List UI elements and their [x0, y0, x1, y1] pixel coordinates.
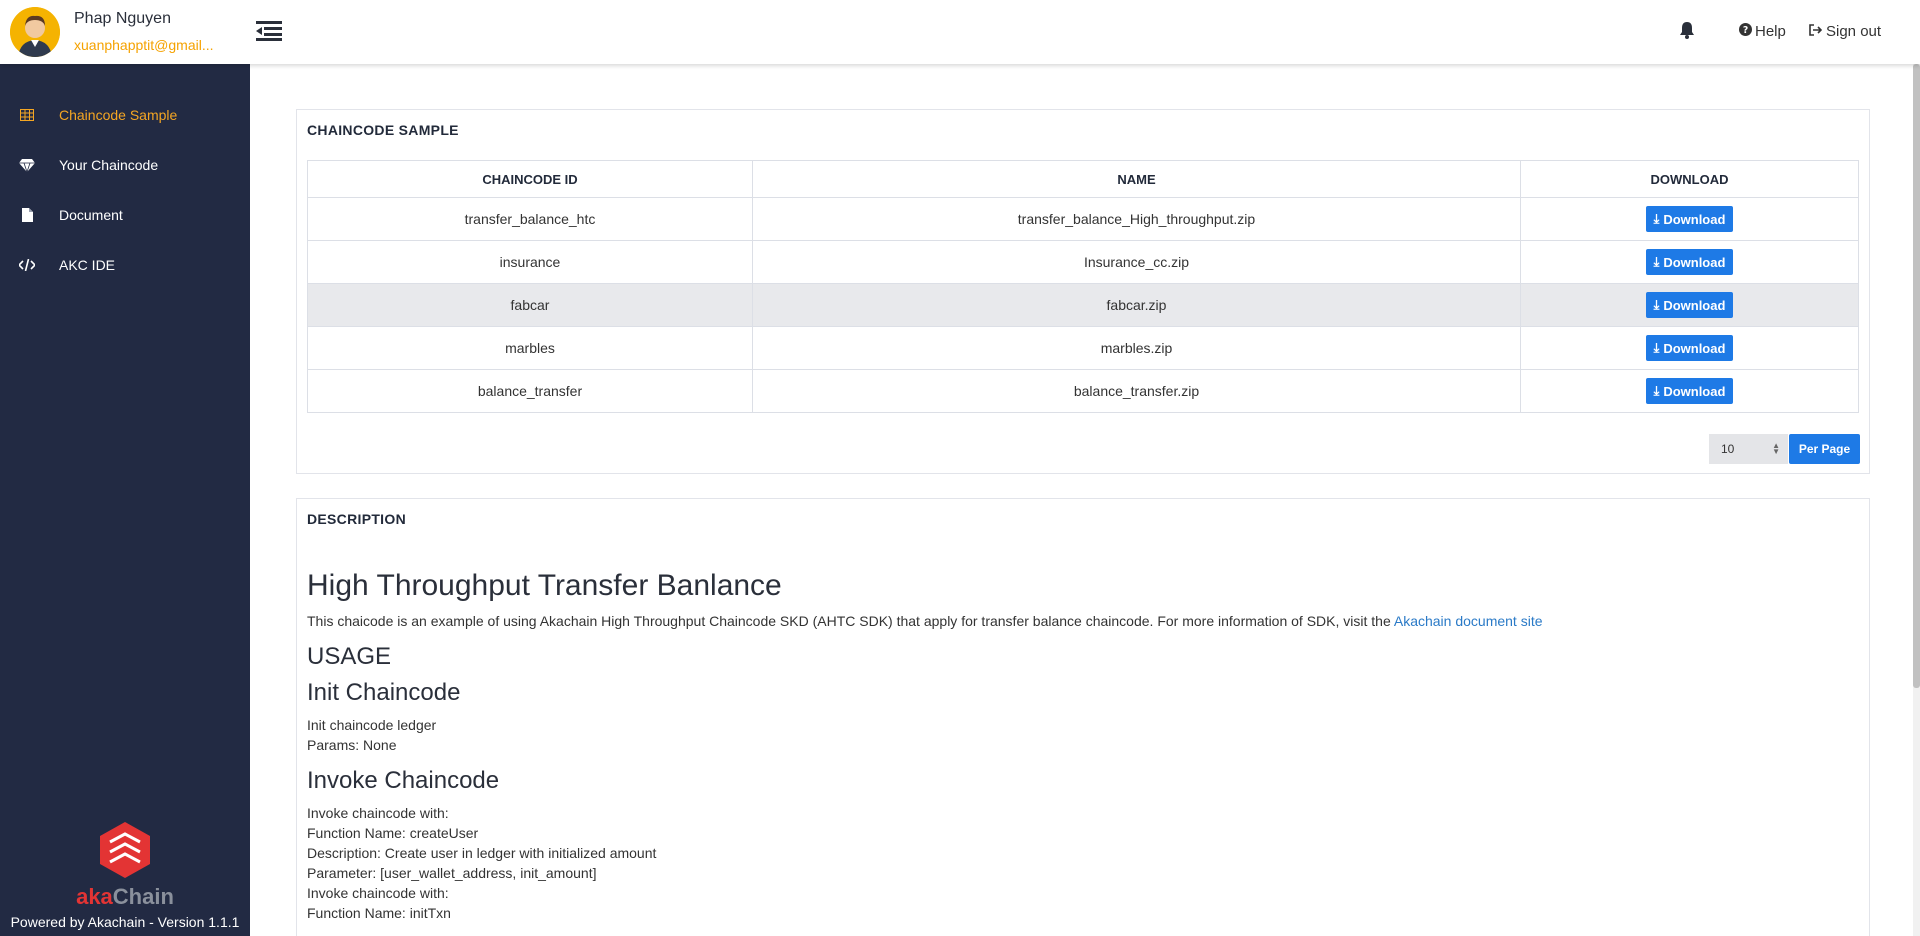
per-page-select[interactable]: 10 ▲ ▼ — [1709, 434, 1788, 464]
file-icon — [19, 207, 35, 223]
chaincode-table: CHAINCODE ID NAME DOWNLOAD transfer_bala… — [307, 160, 1859, 413]
download-icon: ⤓ — [1653, 211, 1660, 226]
cell-name: transfer_balance_High_throughput.zip — [752, 197, 1521, 241]
download-label: Download — [1663, 254, 1726, 270]
cell-name: marbles.zip — [752, 326, 1521, 370]
download-label: Download — [1663, 297, 1726, 313]
cell-chaincode-id: balance_transfer — [307, 369, 753, 413]
per-page-value: 10 — [1721, 442, 1735, 456]
init-chaincode-heading: Init Chaincode — [307, 679, 461, 706]
svg-text:?: ? — [1743, 25, 1748, 36]
diamond-icon — [19, 157, 35, 173]
usage-heading: USAGE — [307, 643, 392, 670]
cell-download: ⤓ Download — [1520, 369, 1859, 413]
main-content: CHAINCODE SAMPLE CHAINCODE ID NAME DOWNL… — [250, 64, 1915, 936]
column-header-download: DOWNLOAD — [1520, 160, 1859, 198]
download-icon: ⤓ — [1653, 254, 1660, 269]
description-intro: This chaicode is an example of using Aka… — [307, 611, 1857, 631]
user-name: Phap Nguyen — [74, 10, 171, 27]
sidebar-item-akc-ide[interactable]: AKC IDE — [0, 245, 250, 285]
invoke-line: Function Name: initTxn — [307, 905, 451, 921]
logo-chain-text: Chain — [112, 884, 174, 909]
cell-download: ⤓ Download — [1520, 326, 1859, 370]
download-label: Download — [1663, 211, 1726, 227]
sign-out-link[interactable]: Sign out — [1809, 23, 1881, 40]
table-header-row: CHAINCODE ID NAME DOWNLOAD — [307, 160, 1859, 198]
panel-title: DESCRIPTION — [307, 511, 406, 527]
sidebar-item-label: Chaincode Sample — [59, 107, 178, 123]
cell-download: ⤓ Download — [1520, 240, 1859, 284]
description-content: High Throughput Transfer Banlance This c… — [307, 569, 1857, 923]
invoke-line: Parameter: [user_wallet_address, init_am… — [307, 865, 597, 881]
table-row: transfer_balance_htc transfer_balance_Hi… — [307, 197, 1859, 241]
cell-chaincode-id: insurance — [307, 240, 753, 284]
sidebar-item-document[interactable]: Document — [0, 195, 250, 235]
menu-toggle-icon[interactable] — [256, 20, 282, 42]
table-row: fabcar fabcar.zip ⤓ Download — [307, 283, 1859, 327]
sidebar-item-label: Document — [59, 207, 123, 223]
code-icon — [19, 257, 35, 273]
chaincode-sample-panel: CHAINCODE SAMPLE CHAINCODE ID NAME DOWNL… — [296, 109, 1870, 474]
download-button[interactable]: ⤓ Download — [1645, 378, 1734, 404]
column-header-name: NAME — [752, 160, 1521, 198]
intro-text: This chaicode is an example of using Aka… — [307, 613, 1394, 629]
download-icon: ⤓ — [1653, 297, 1660, 312]
description-heading: High Throughput Transfer Banlance — [307, 569, 782, 602]
invoke-line: Description: Create user in ledger with … — [307, 845, 657, 861]
logo-aka-text: aka — [76, 884, 113, 909]
help-label: Help — [1755, 23, 1786, 40]
per-page-button[interactable]: Per Page — [1789, 434, 1860, 464]
download-icon: ⤓ — [1653, 383, 1660, 398]
sidebar-item-your-chaincode[interactable]: Your Chaincode — [0, 145, 250, 185]
bell-icon[interactable] — [1679, 21, 1697, 41]
invoke-line: Function Name: createUser — [307, 825, 479, 841]
download-icon: ⤓ — [1653, 340, 1660, 355]
select-arrows-icon: ▲ ▼ — [1772, 441, 1780, 456]
download-button[interactable]: ⤓ Download — [1645, 292, 1734, 318]
sign-out-label: Sign out — [1826, 23, 1882, 40]
table-row: balance_transfer balance_transfer.zip ⤓ D… — [307, 369, 1859, 413]
sidebar-item-label: AKC IDE — [59, 257, 116, 273]
powered-by-text: Powered by Akachain - Version 1.1.1 — [10, 914, 240, 930]
sidebar: Chaincode Sample Your Chaincode Document… — [0, 64, 250, 936]
invoke-line: Invoke chaincode with: — [307, 885, 449, 901]
table-row: marbles marbles.zip ⤓ Download — [307, 326, 1859, 370]
download-button[interactable]: ⤓ Download — [1645, 206, 1734, 232]
akachain-document-link[interactable]: Akachain document site — [1394, 613, 1543, 629]
download-label: Download — [1663, 383, 1726, 399]
download-button[interactable]: ⤓ Download — [1645, 335, 1734, 361]
scrollbar-thumb[interactable] — [1913, 64, 1920, 688]
sidebar-item-label: Your Chaincode — [59, 157, 159, 173]
avatar[interactable] — [10, 7, 60, 57]
page-scrollbar[interactable] — [1913, 64, 1920, 936]
table-icon — [19, 107, 35, 123]
panel-title: CHAINCODE SAMPLE — [307, 122, 459, 138]
cell-download: ⤓ Download — [1520, 197, 1859, 241]
cell-name: fabcar.zip — [752, 283, 1521, 327]
sidebar-item-chaincode-sample[interactable]: Chaincode Sample — [0, 95, 250, 135]
description-panel: DESCRIPTION High Throughput Transfer Ban… — [296, 498, 1870, 936]
table-row: insurance Insurance_cc.zip ⤓ Download — [307, 240, 1859, 284]
invoke-chaincode-heading: Invoke Chaincode — [307, 767, 500, 794]
cell-name: balance_transfer.zip — [752, 369, 1521, 413]
top-header: Phap Nguyen xuanphapptit@gmail... ? Help… — [0, 0, 1920, 64]
download-label: Download — [1663, 340, 1726, 356]
cell-name: Insurance_cc.zip — [752, 240, 1521, 284]
sign-out-icon — [1809, 23, 1823, 40]
help-link[interactable]: ? Help — [1739, 23, 1786, 40]
user-email: xuanphapptit@gmail... — [74, 37, 214, 53]
init-line: Init chaincode ledger — [307, 717, 437, 733]
question-circle-icon: ? — [1739, 23, 1752, 40]
cell-chaincode-id: transfer_balance_htc — [307, 197, 753, 241]
cell-download: ⤓ Download — [1520, 283, 1859, 327]
cell-chaincode-id: marbles — [307, 326, 753, 370]
init-line: Params: None — [307, 737, 397, 753]
akachain-wordmark: akaChain — [0, 884, 250, 910]
cell-chaincode-id: fabcar — [307, 283, 753, 327]
invoke-line: Invoke chaincode with: — [307, 805, 449, 821]
column-header-chaincode-id: CHAINCODE ID — [307, 160, 753, 198]
download-button[interactable]: ⤓ Download — [1645, 249, 1734, 275]
